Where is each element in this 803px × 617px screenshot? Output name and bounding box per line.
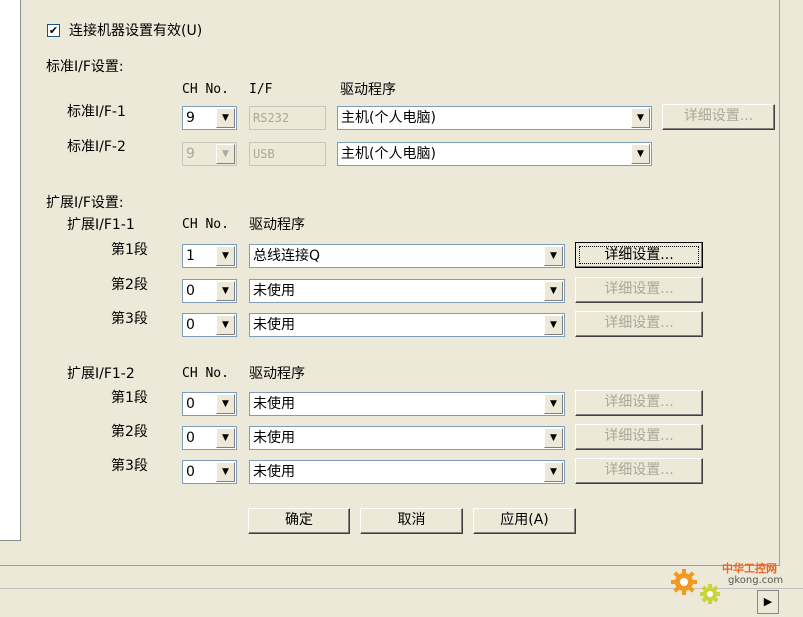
chevron-down-icon[interactable]: ▼ [544, 428, 563, 448]
ext-group2-row1-driver-select[interactable]: 未使用 ▼ [249, 392, 565, 416]
apply-button[interactable]: 应用(A) [473, 508, 576, 534]
ext-group1-row1-ch-select[interactable]: 1 ▼ [182, 244, 237, 268]
enable-connection-label[interactable]: 连接机器设置有效(U) [69, 22, 202, 40]
ext-group1-row2-label: 第2段 [111, 277, 148, 293]
chevron-down-icon[interactable]: ▼ [631, 144, 650, 164]
chevron-down-icon[interactable]: ▼ [544, 462, 563, 482]
ext-group2-col-driver: 驱动程序 [249, 366, 305, 382]
bottom-border [0, 565, 780, 566]
check-mark-icon: ✔ [48, 24, 59, 37]
standard-if1-if-field: RS232 [249, 106, 326, 130]
standard-if1-label: 标准I/F-1 [67, 104, 126, 120]
ext-group1-row2-ch-select[interactable]: 0 ▼ [182, 279, 237, 303]
watermark-brand: 中华工控网 [722, 562, 777, 575]
chevron-down-icon[interactable]: ▼ [216, 246, 235, 266]
standard-if1-ch-select[interactable]: 9 ▼ [182, 106, 237, 130]
ok-button[interactable]: 确定 [248, 508, 350, 534]
ext-group2-row3-ch-select[interactable]: 0 ▼ [182, 460, 237, 484]
ext-group1-row1-label: 第1段 [111, 242, 148, 258]
ext-group2-row2-driver-select[interactable]: 未使用 ▼ [249, 426, 565, 450]
ext-group2-row1-ch-select[interactable]: 0 ▼ [182, 392, 237, 416]
ext-group2-row2-label: 第2段 [111, 424, 148, 440]
chevron-down-icon[interactable]: ▼ [216, 428, 235, 448]
chevron-down-icon[interactable]: ▼ [544, 246, 563, 266]
ext-group2-row2-ch-select[interactable]: 0 ▼ [182, 426, 237, 450]
chevron-down-icon[interactable]: ▼ [216, 281, 235, 301]
ext-group1-row2-driver-select[interactable]: 未使用 ▼ [249, 279, 565, 303]
watermark-domain: gkong.com [728, 575, 784, 586]
ext-group1-row2-detail-button[interactable]: 详细设置... [575, 277, 703, 303]
cancel-button[interactable]: 取消 [360, 508, 463, 534]
ext-group1-col-ch: CH No. [182, 217, 229, 232]
chevron-down-icon[interactable]: ▼ [544, 281, 563, 301]
standard-if2-label: 标准I/F-2 [67, 139, 126, 155]
ext-group2-row3-driver-select[interactable]: 未使用 ▼ [249, 460, 565, 484]
standard-col-if: I/F [249, 82, 273, 97]
ext-group1-row3-driver-select[interactable]: 未使用 ▼ [249, 313, 565, 337]
ext-group1-row1-detail-button[interactable]: 详细设置... [575, 242, 703, 268]
ext-group2-row1-label: 第1段 [111, 390, 148, 406]
ext-group1-title: 扩展I/F1-1 [67, 217, 135, 233]
standard-if1-driver-select[interactable]: 主机(个人电脑) ▼ [337, 106, 652, 130]
ext-group2-row3-label: 第3段 [111, 458, 148, 474]
chevron-down-icon[interactable]: ▼ [216, 315, 235, 335]
chevron-down-icon[interactable]: ▼ [216, 394, 235, 414]
ext-group2-row1-detail-button[interactable]: 详细设置... [575, 390, 703, 416]
extended-section-title: 扩展I/F设置: [46, 195, 124, 211]
chevron-down-icon[interactable]: ▼ [544, 315, 563, 335]
ext-group2-row2-detail-button[interactable]: 详细设置... [575, 424, 703, 450]
standard-col-driver: 驱动程序 [340, 82, 396, 98]
standard-if2-ch-select[interactable]: 9 ▼ [182, 142, 237, 166]
ext-group1-row1-driver-select[interactable]: 总线连接Q ▼ [249, 244, 565, 268]
ext-group2-title: 扩展I/F1-2 [67, 366, 135, 382]
left-panel [0, 0, 21, 541]
ext-group2-row3-detail-button[interactable]: 详细设置... [575, 458, 703, 484]
ext-group1-row3-label: 第3段 [111, 311, 148, 327]
chevron-down-icon[interactable]: ▼ [544, 394, 563, 414]
standard-col-ch: CH No. [182, 82, 229, 97]
standard-if2-if-field: USB [249, 142, 326, 166]
ext-group1-row3-detail-button[interactable]: 详细设置... [575, 311, 703, 337]
standard-if2-driver-select[interactable]: 主机(个人电脑) ▼ [337, 142, 652, 166]
ext-group1-col-driver: 驱动程序 [249, 217, 305, 233]
ext-group2-col-ch: CH No. [182, 366, 229, 381]
ext-group1-row3-ch-select[interactable]: 0 ▼ [182, 313, 237, 337]
chevron-down-icon[interactable]: ▼ [216, 462, 235, 482]
chevron-down-icon[interactable]: ▼ [216, 108, 235, 128]
standard-if1-detail-button[interactable]: 详细设置... [662, 104, 775, 130]
right-border [779, 0, 780, 565]
standard-section-title: 标准I/F设置: [46, 59, 124, 75]
chevron-down-icon[interactable]: ▼ [631, 108, 650, 128]
chevron-down-icon[interactable]: ▼ [216, 144, 235, 164]
enable-connection-checkbox[interactable]: ✔ [47, 24, 60, 37]
